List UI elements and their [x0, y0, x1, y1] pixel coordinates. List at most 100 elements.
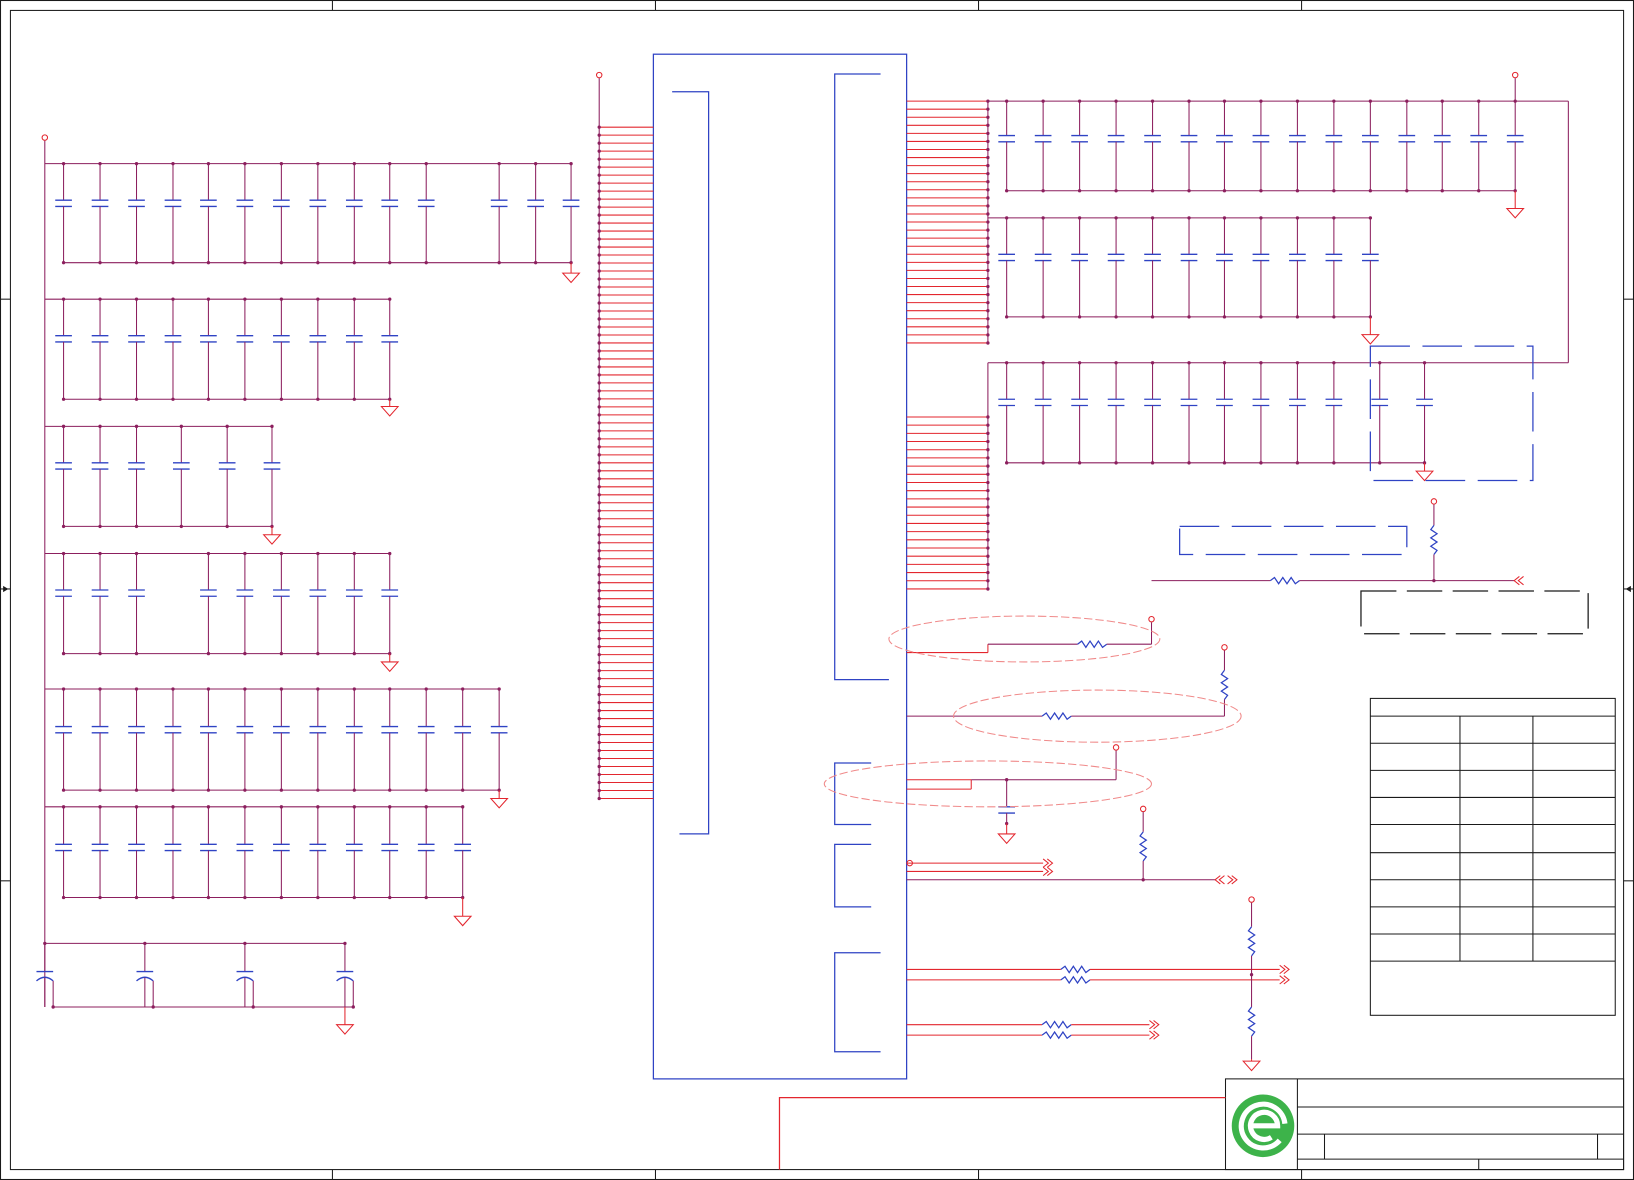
junction-dot: [1141, 878, 1145, 882]
title-feed-wire: [778, 1097, 1226, 1170]
junction-dot: [597, 756, 601, 761]
junction-dot: [352, 297, 356, 301]
junction-dot: [171, 161, 175, 166]
ground-symbol: [489, 797, 509, 809]
junction-dot: [597, 509, 601, 513]
junction-dot: [270, 424, 274, 429]
junction-dot: [1041, 461, 1045, 465]
ic-small-bracket: [834, 843, 872, 908]
resistor: [1138, 831, 1148, 862]
junction-dot: [1150, 361, 1155, 365]
junction-dot: [1477, 99, 1481, 103]
power-pin: [1430, 498, 1438, 505]
junction-dot: [1004, 361, 1009, 365]
power-pin: [1511, 71, 1519, 79]
junction-dot: [134, 805, 139, 809]
resistor: [1041, 1020, 1072, 1029]
junction-dot: [597, 413, 601, 417]
junction-dot: [597, 517, 601, 521]
junction-dot: [1114, 99, 1118, 103]
ground-symbol: [1505, 207, 1525, 219]
junction-dot: [243, 651, 247, 656]
junction-dot: [986, 236, 990, 240]
junction-dot: [1004, 216, 1009, 220]
ground-symbol: [453, 915, 473, 927]
junction-dot: [986, 439, 990, 444]
junction-dot: [1368, 216, 1373, 220]
junction-dot: [98, 805, 102, 809]
junction-dot: [316, 261, 320, 265]
junction-dot: [61, 788, 66, 792]
junction-dot: [279, 651, 284, 656]
junction-dot: [597, 589, 601, 593]
junction-dot: [597, 253, 601, 257]
junction-dot: [986, 489, 990, 493]
junction-dot: [316, 805, 320, 809]
off-page-connector: [1227, 875, 1234, 885]
junction-dot: [134, 895, 139, 900]
junction-dot: [1332, 216, 1336, 220]
junction-dot: [597, 533, 601, 537]
power-pin: [1148, 615, 1155, 623]
junction-dot: [986, 562, 990, 567]
junction-dot: [243, 687, 247, 691]
junction-dot: [1187, 216, 1191, 220]
junction-dot: [986, 115, 990, 119]
junction-dot: [597, 405, 601, 409]
junction-dot: [533, 161, 538, 166]
junction-dot: [279, 261, 284, 265]
junction-dot: [1259, 189, 1263, 193]
junction-dot: [461, 687, 465, 691]
junction-dot: [597, 261, 601, 265]
junction-dot: [597, 389, 601, 393]
junction-dot: [597, 493, 601, 497]
junction-dot: [461, 788, 465, 792]
junction-dot: [597, 341, 601, 345]
junction-dot: [986, 341, 990, 345]
junction-dot: [1077, 361, 1082, 365]
junction-dot: [98, 788, 102, 792]
junction-dot: [388, 687, 392, 691]
junction-dot: [597, 724, 601, 729]
junction-dot: [597, 716, 601, 721]
junction-dot: [533, 261, 538, 265]
junction-dot: [424, 261, 428, 265]
off-page-connector: [1042, 858, 1050, 868]
junction-dot: [597, 748, 601, 753]
junction-dot: [61, 297, 66, 301]
junction-dot: [61, 424, 66, 429]
off-page-connector: [1149, 1020, 1156, 1030]
junction-dot: [597, 277, 601, 281]
junction-dot: [352, 805, 356, 809]
junction-dot: [1222, 99, 1227, 103]
junction-dot: [343, 941, 347, 946]
junction-dot: [1041, 216, 1045, 220]
junction-dot: [352, 651, 356, 656]
junction-dot: [1114, 461, 1118, 465]
junction-dot: [1368, 189, 1373, 193]
junction-dot: [134, 261, 139, 265]
resistor: [1077, 639, 1108, 649]
table-grid: [1370, 715, 1616, 962]
junction-dot: [1295, 216, 1300, 220]
ground-symbol: [262, 534, 282, 545]
junction-dot: [986, 228, 990, 232]
junction-dot: [986, 123, 990, 127]
off-page-connector: [1042, 866, 1050, 877]
junction-dot: [986, 554, 990, 558]
junction-dot: [1004, 778, 1009, 782]
title-block: [1224, 1078, 1625, 1171]
sheet-arrow: [3, 585, 9, 593]
junction-dot: [388, 161, 392, 166]
junction-dot: [1405, 99, 1409, 103]
junction-dot: [1077, 189, 1082, 193]
junction-dot: [597, 397, 601, 401]
off-page-connector: [1279, 964, 1286, 975]
junction-dot: [1513, 99, 1517, 103]
junction-dot: [279, 397, 284, 401]
info-table: [1369, 697, 1616, 1016]
junction-dot: [597, 644, 601, 649]
junction-dot: [1432, 578, 1436, 583]
junction-dot: [61, 524, 66, 529]
junction-dot: [206, 161, 211, 166]
